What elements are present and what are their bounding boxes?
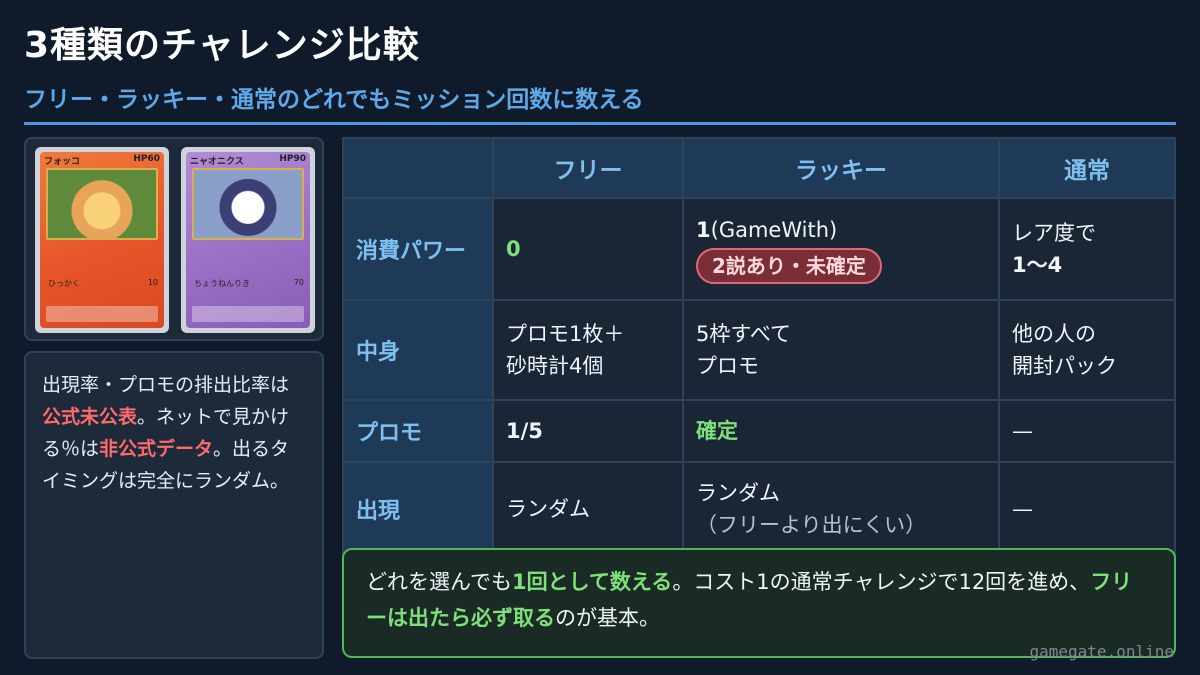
watermark: gamegate.online — [1029, 642, 1175, 661]
page-subtitle: フリー・ラッキー・通常のどれでもミッション回数に数える — [24, 87, 644, 113]
card-meowstic: ニャオニクス HP90 ちょうねんりき 70 — [181, 147, 315, 333]
note-highlight: 公式未公表 — [42, 406, 138, 428]
col-header-normal: 通常 — [998, 137, 1176, 199]
card-hp: HP60 — [133, 154, 160, 164]
comparison-table: フリー ラッキー 通常 消費パワー 0 1(GameWith) 2説あり・未確定… — [342, 137, 1176, 557]
cell-normal-appear: — — [998, 461, 1176, 557]
card-move: ちょうねんりき 70 — [194, 278, 304, 289]
table-row: 消費パワー 0 1(GameWith) 2説あり・未確定 レア度で 1〜4 — [342, 197, 1176, 301]
card-artwork — [192, 168, 304, 240]
row-label-cost: 消費パワー — [342, 197, 494, 301]
cell-lucky-appear: ランダム （フリーより出にくい） — [682, 461, 1000, 557]
note-highlight: 非公式データ — [99, 438, 214, 460]
table-row: 出現 ランダム ランダム （フリーより出にくい） — — [342, 461, 1176, 557]
card-footer — [46, 306, 158, 322]
card-move: ひっかく 10 — [48, 278, 158, 289]
col-header-lucky: ラッキー — [682, 137, 1000, 199]
row-label-appear: 出現 — [342, 461, 494, 557]
table-row: 中身 プロモ1枚＋ 砂時計4個 5枠すべて プロモ 他の人の 開封パック — [342, 299, 1176, 401]
cell-free-promo: 1/5 — [492, 399, 684, 463]
cell-normal-promo: — — [998, 399, 1176, 463]
table-corner — [342, 137, 494, 199]
note-text: 出現率・プロモの排出比率は公式未公表。ネットで見かける％は非公式データ。出るタイ… — [42, 374, 290, 492]
summary-highlight: 1回として数える — [511, 570, 673, 594]
card-fennekin: フォッコ HP60 ひっかく 10 — [35, 147, 169, 333]
row-label-content: 中身 — [342, 299, 494, 401]
cell-lucky-promo: 確定 — [682, 399, 1000, 463]
card-footer — [192, 306, 304, 322]
cell-normal-content: 他の人の 開封パック — [998, 299, 1176, 401]
card-move-damage: 10 — [147, 278, 158, 287]
card-move-name: ちょうねんりき — [194, 279, 250, 288]
summary-text: どれを選んでも1回として数える。コスト1の通常チャレンジで12回を進め、フリーは… — [366, 570, 1133, 630]
cell-free-appear: ランダム — [492, 461, 684, 557]
card-hp: HP90 — [279, 154, 306, 164]
card-name: ニャオニクス — [190, 157, 244, 167]
cell-free-cost: 0 — [492, 197, 684, 301]
card-artwork — [46, 168, 158, 240]
header-divider — [24, 122, 1176, 125]
card-move-damage: 70 — [293, 278, 304, 287]
card-image-panel: フォッコ HP60 ひっかく 10 ニャオニクス HP90 ちょうねんりき 70 — [24, 137, 324, 341]
table-row: プロモ 1/5 確定 — — [342, 399, 1176, 463]
uncertain-badge: 2説あり・未確定 — [696, 248, 882, 284]
cell-free-content: プロモ1枚＋ 砂時計4個 — [492, 299, 684, 401]
note-panel: 出現率・プロモの排出比率は公式未公表。ネットで見かける％は非公式データ。出るタイ… — [24, 351, 324, 659]
card-move-name: ひっかく — [48, 279, 80, 288]
page-title: 3種類のチャレンジ比較 — [24, 25, 420, 66]
row-label-promo: プロモ — [342, 399, 494, 463]
card-name: フォッコ — [44, 157, 81, 167]
cell-normal-cost: レア度で 1〜4 — [998, 197, 1176, 301]
cell-lucky-content: 5枠すべて プロモ — [682, 299, 1000, 401]
cell-lucky-cost: 1(GameWith) 2説あり・未確定 — [682, 197, 1000, 301]
col-header-free: フリー — [492, 137, 684, 199]
